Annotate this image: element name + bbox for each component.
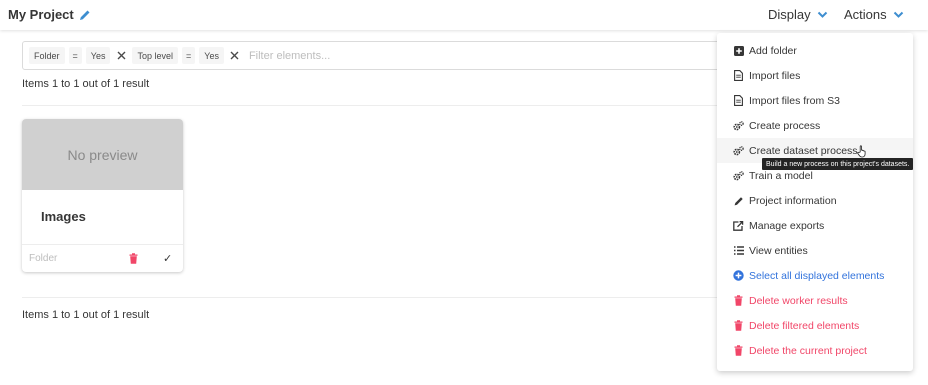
display-label: Display xyxy=(768,7,811,22)
card-type: Folder xyxy=(29,253,58,264)
display-menu-button[interactable]: Display xyxy=(768,7,828,22)
menu-item-manage-exports[interactable]: Manage exports xyxy=(717,213,913,238)
trash-icon xyxy=(733,320,744,331)
project-title-text: My Project xyxy=(8,7,74,22)
file-icon xyxy=(733,95,744,106)
filter-tag-value: Yes xyxy=(199,47,224,64)
edit-pencil-icon[interactable] xyxy=(79,9,91,21)
tooltip: Build a new process on this project's da… xyxy=(762,158,914,170)
list-icon xyxy=(733,245,744,256)
filter-tag-field: Top level xyxy=(132,47,178,64)
cogs-icon xyxy=(733,170,744,181)
filter-tag-operator: = xyxy=(182,47,196,64)
menu-item-project-information[interactable]: Project information xyxy=(717,188,913,213)
pencil-icon xyxy=(733,195,744,206)
menu-item-label: Manage exports xyxy=(749,219,825,232)
hand-cursor-icon xyxy=(857,145,868,163)
no-preview-text: No preview xyxy=(67,146,138,163)
menu-item-label: Add folder xyxy=(749,44,797,57)
chevron-down-icon xyxy=(893,11,904,19)
menu-item-label: Import files xyxy=(749,69,801,82)
menu-item-label: Delete the current project xyxy=(749,344,867,357)
filter-tag-field: Folder xyxy=(29,47,65,64)
menu-item-label: View entities xyxy=(749,244,808,257)
file-icon xyxy=(733,70,744,81)
remove-filter-icon[interactable] xyxy=(228,47,242,64)
plus-circle-icon xyxy=(733,270,744,281)
export-icon xyxy=(733,220,744,231)
select-check-icon[interactable]: ✓ xyxy=(163,252,172,265)
filter-tag-operator: = xyxy=(68,47,82,64)
menu-item-label: Delete worker results xyxy=(749,294,848,307)
menu-item-delete-current-project[interactable]: Delete the current project xyxy=(717,338,913,363)
cogs-icon xyxy=(733,145,744,156)
chevron-down-icon xyxy=(817,11,828,19)
element-card[interactable]: No preview Images Folder ✓ xyxy=(22,119,183,272)
menu-item-add-folder[interactable]: Add folder xyxy=(717,38,913,63)
filter-bar: Folder = Yes Top level = Yes xyxy=(22,41,742,70)
actions-dropdown: Add folder Import files Import files fro… xyxy=(717,33,913,371)
card-preview: No preview xyxy=(22,119,183,190)
project-title: My Project xyxy=(8,7,91,22)
menu-item-delete-worker-results[interactable]: Delete worker results xyxy=(717,288,913,313)
menu-item-import-files[interactable]: Import files xyxy=(717,63,913,88)
menu-item-label: Project information xyxy=(749,194,837,207)
menu-item-select-all[interactable]: Select all displayed elements xyxy=(717,263,913,288)
actions-menu-button[interactable]: Actions xyxy=(844,7,904,22)
results-count-top: Items 1 to 1 out of 1 result xyxy=(22,78,150,90)
menu-item-create-process[interactable]: Create process xyxy=(717,113,913,138)
menu-item-label: Select all displayed elements xyxy=(749,269,885,282)
menu-item-label: Create process xyxy=(749,119,821,132)
plus-square-icon xyxy=(733,45,744,56)
actions-label: Actions xyxy=(844,7,887,22)
menu-item-view-entities[interactable]: View entities xyxy=(717,238,913,263)
trash-icon xyxy=(733,295,744,306)
menu-item-label: Import files from S3 xyxy=(749,94,841,107)
filter-input[interactable] xyxy=(248,49,449,62)
menu-item-import-files-s3[interactable]: Import files from S3 xyxy=(717,88,913,113)
filter-tag-value: Yes xyxy=(85,47,111,64)
divider xyxy=(22,297,722,298)
menu-item-label: Delete filtered elements xyxy=(749,319,860,332)
card-footer: Folder ✓ xyxy=(22,244,183,272)
menu-item-label: Create dataset process xyxy=(749,144,858,157)
menu-item-label: Train a model xyxy=(749,169,813,182)
divider xyxy=(22,105,722,106)
trash-icon[interactable] xyxy=(127,253,139,265)
results-count-bottom: Items 1 to 1 out of 1 result xyxy=(22,309,150,321)
trash-icon xyxy=(733,345,744,356)
menu-item-delete-filtered-elements[interactable]: Delete filtered elements xyxy=(717,313,913,338)
top-bar: My Project Display Actions xyxy=(0,0,928,30)
cogs-icon xyxy=(733,120,744,131)
remove-filter-icon[interactable] xyxy=(114,47,128,64)
card-name[interactable]: Images xyxy=(41,209,86,224)
